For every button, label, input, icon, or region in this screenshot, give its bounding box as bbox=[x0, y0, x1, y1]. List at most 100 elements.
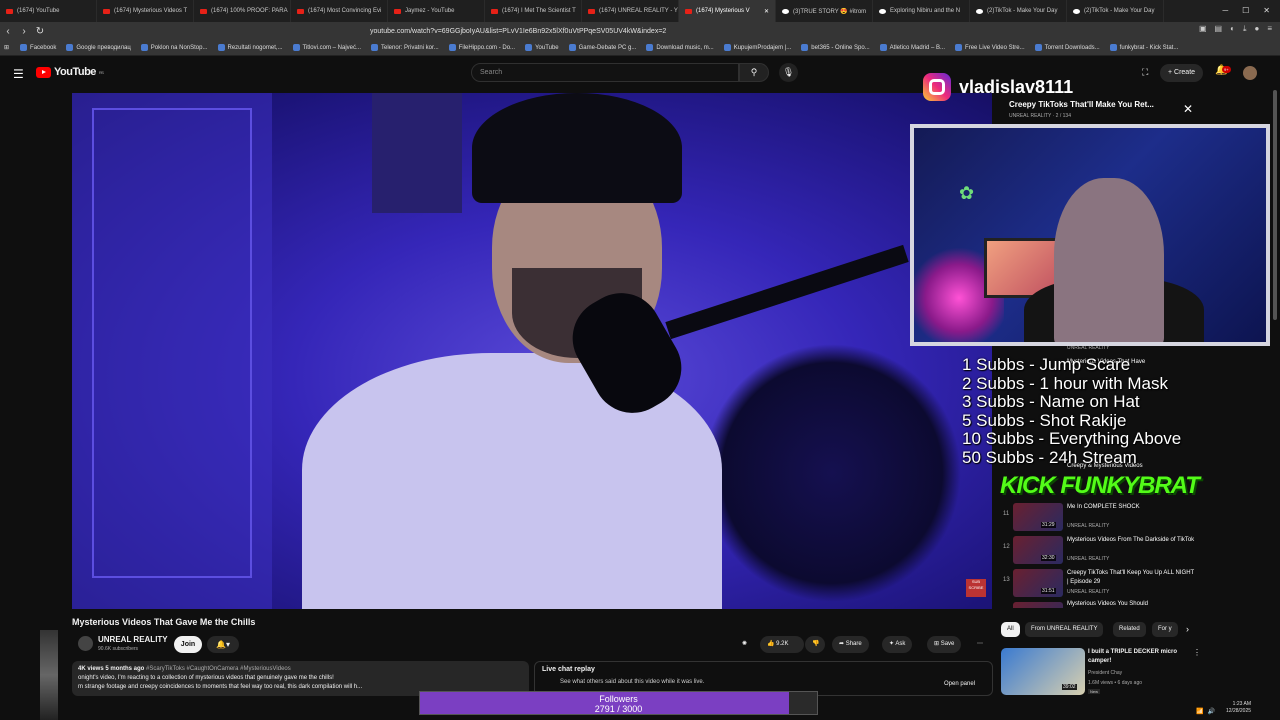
close-window-icon[interactable]: ✕ bbox=[1263, 6, 1270, 15]
filter-chip[interactable]: From UNREAL REALITY bbox=[1025, 622, 1104, 637]
browser-tab[interactable]: Jaymez - YouTube bbox=[388, 0, 485, 22]
ai-sparkle-icon[interactable]: ✺ bbox=[742, 636, 747, 653]
browser-tab[interactable]: (2)TikTok - Make Your Day bbox=[970, 0, 1067, 22]
dislike-button[interactable]: 👎 bbox=[805, 636, 825, 653]
browser-tab[interactable]: (1674) Most Convincing Evi bbox=[291, 0, 388, 22]
filter-chip[interactable]: For y bbox=[1152, 622, 1178, 637]
cast-icon[interactable]: ⛶ bbox=[1142, 67, 1148, 78]
live-chat-subtitle: See what others said about this video wh… bbox=[560, 679, 705, 685]
reload-icon[interactable]: ↻ bbox=[32, 26, 48, 37]
minimize-icon[interactable]: ─ bbox=[1222, 6, 1228, 15]
share-label: Share bbox=[845, 641, 862, 647]
apps-grid-icon[interactable]: ⊞ bbox=[4, 44, 9, 51]
chevron-right-icon[interactable]: › bbox=[1186, 624, 1189, 634]
bookmark-item[interactable]: Download music, m... bbox=[641, 44, 718, 51]
browser-tab[interactable]: Exploring Nibiru and the N bbox=[873, 0, 970, 22]
create-button[interactable]: + Create bbox=[1160, 64, 1204, 82]
recommended-title[interactable]: I built a TRIPLE DECKER micro camper! bbox=[1088, 648, 1188, 666]
bookmark-item[interactable]: Telenor: Privatni kor... bbox=[366, 44, 444, 51]
browser-tab-strip: (1674) YouTube (1674) Mysterious Videos T… bbox=[0, 0, 1280, 22]
search-input[interactable]: Search bbox=[471, 63, 739, 82]
bookmark-label: KupujemProdajem |... bbox=[733, 44, 792, 51]
extension-icon[interactable]: ▣ bbox=[1199, 24, 1207, 34]
recommended-channel[interactable]: President Chay bbox=[1088, 670, 1122, 676]
more-menu-icon[interactable]: ≡ bbox=[1267, 24, 1272, 34]
more-vertical-icon[interactable]: ⋮ bbox=[1193, 648, 1201, 657]
browser-tab[interactable]: (1674) UNREAL REALITY - Y bbox=[582, 0, 679, 22]
bookmark-item[interactable]: Facebook bbox=[15, 44, 61, 51]
bookmark-item[interactable]: Free Live Video Stre... bbox=[950, 44, 1030, 51]
download-icon[interactable]: ⤓ bbox=[1243, 24, 1247, 34]
bookmark-item[interactable]: Titlovi.com – Najveć... bbox=[288, 44, 366, 51]
join-button[interactable]: Join bbox=[174, 636, 202, 653]
open-panel-button[interactable]: Open panel bbox=[944, 681, 975, 687]
bookmark-item[interactable]: Rezultati nogomet,... bbox=[213, 44, 288, 51]
browser-tab[interactable]: (1674) Mysterious Videos T bbox=[97, 0, 194, 22]
filter-chip[interactable]: All bbox=[1001, 622, 1020, 637]
volume-icon[interactable]: 🔊 bbox=[1207, 708, 1214, 715]
system-clock[interactable]: 1:23 AM 12/28/2025 bbox=[1226, 701, 1251, 715]
ask-button[interactable]: ✦ Ask bbox=[882, 636, 913, 653]
bookmark-item[interactable]: Atletico Madrid – B... bbox=[875, 44, 950, 51]
hashtags[interactable]: #ScaryTikToks #CaughtOnCamera #Mysteriou… bbox=[146, 666, 291, 672]
bookmark-label: Download music, m... bbox=[656, 44, 714, 51]
bookmark-item[interactable]: KupujemProdajem |... bbox=[719, 44, 797, 51]
playlist-item[interactable]: 14Mysterious Videos You Should bbox=[1001, 600, 1201, 608]
save-label: Save bbox=[940, 641, 955, 647]
sub-goal-item: 1 Subbs - Jump Scare bbox=[962, 355, 1131, 374]
bookmark-item[interactable]: FileHippo.com - Do... bbox=[444, 44, 520, 51]
video-player[interactable]: SUB SCRIBE bbox=[72, 93, 992, 609]
page-scrollbar[interactable] bbox=[1273, 90, 1277, 320]
channel-avatar[interactable] bbox=[78, 636, 93, 651]
hamburger-menu-icon[interactable]: ☰ bbox=[13, 67, 24, 81]
playlist-title[interactable]: Creepy TikToks That'll Make You Ret... bbox=[1009, 100, 1154, 109]
browser-tab[interactable]: (1674) Mysterious V ✕ bbox=[679, 0, 776, 22]
bookmark-item[interactable]: funkybrat - Kick Stat... bbox=[1105, 44, 1184, 51]
account-avatar[interactable] bbox=[1243, 66, 1257, 80]
bookmark-favicon-icon bbox=[879, 44, 887, 51]
youtube-play-icon bbox=[36, 66, 51, 78]
browser-tab[interactable]: (1674) I Met The Scientist T bbox=[485, 0, 582, 22]
subscribe-watermark[interactable]: SUB SCRIBE bbox=[966, 579, 986, 597]
bookmark-item[interactable]: Poklon na NonStop... bbox=[136, 44, 213, 51]
tab-label: (1674) Most Convincing Evi bbox=[308, 8, 382, 14]
youtube-logo[interactable]: YouTube RS bbox=[36, 66, 104, 78]
more-actions-button[interactable]: ⋯ bbox=[973, 636, 987, 653]
playlist-item[interactable]: 13 31:51 Creepy TikToks That'll Keep You U… bbox=[1001, 567, 1201, 601]
forward-icon[interactable]: › bbox=[16, 26, 32, 37]
back-icon[interactable]: ‹ bbox=[0, 26, 16, 37]
extension-icon[interactable]: ▤ bbox=[1215, 24, 1223, 34]
close-icon[interactable]: ✕ bbox=[1183, 102, 1193, 116]
browser-tab[interactable]: (2)TikTok - Make Your Day bbox=[1067, 0, 1164, 22]
share-button[interactable]: ➦ Share bbox=[832, 636, 869, 653]
browser-tab[interactable]: (1674) 100% PROOF: PARA bbox=[194, 0, 291, 22]
extension-icon[interactable]: ◐ bbox=[1230, 24, 1235, 34]
bookmark-item[interactable]: YouTube bbox=[520, 44, 564, 51]
playlist-item[interactable]: 11 31:29 Me In COMPLETE SHOCK UNREAL REALIT… bbox=[1001, 501, 1201, 535]
profile-icon[interactable]: ● bbox=[1254, 24, 1259, 34]
bookmark-item[interactable]: Game-Debate PC g... bbox=[564, 44, 642, 51]
close-tab-icon[interactable]: ✕ bbox=[764, 8, 769, 15]
webcam-content bbox=[1054, 178, 1164, 342]
url-field[interactable]: youtube.com/watch?v=69GGjboIyAU&list=PLv… bbox=[370, 24, 890, 38]
save-button[interactable]: ⊞ Save bbox=[927, 636, 962, 653]
filter-chip[interactable]: Related bbox=[1113, 622, 1146, 637]
search-button[interactable]: ⚲ bbox=[739, 63, 769, 82]
wifi-icon[interactable]: 📶 bbox=[1196, 708, 1203, 715]
bookmark-item[interactable]: Google преводилац bbox=[61, 44, 135, 51]
browser-tab[interactable]: (3)TRUE STORY 😍 #itrom bbox=[776, 0, 873, 22]
leaf-neon-icon: ✿ bbox=[959, 183, 975, 203]
maximize-icon[interactable]: ☐ bbox=[1242, 6, 1249, 15]
bookmark-favicon-icon bbox=[955, 44, 963, 51]
bookmark-item[interactable]: bet365 - Online Spo... bbox=[796, 44, 874, 51]
playlist-item[interactable]: 12 32:30 Mysterious Videos From The Darksi… bbox=[1001, 534, 1201, 568]
like-button[interactable]: 👍 9.2K bbox=[760, 636, 804, 653]
browser-tab[interactable]: (1674) YouTube bbox=[0, 0, 97, 22]
bookmark-favicon-icon bbox=[448, 44, 456, 51]
bookmark-item[interactable]: Torrent Downloads... bbox=[1030, 44, 1105, 51]
tiktok-icon bbox=[976, 8, 983, 14]
subscribed-bell-button[interactable]: 🔔▾ bbox=[207, 636, 239, 653]
channel-name[interactable]: UNREAL REALITY bbox=[98, 635, 168, 644]
youtube-favicon-icon bbox=[200, 8, 207, 14]
voice-search-button[interactable]: 🎙 bbox=[779, 63, 798, 82]
